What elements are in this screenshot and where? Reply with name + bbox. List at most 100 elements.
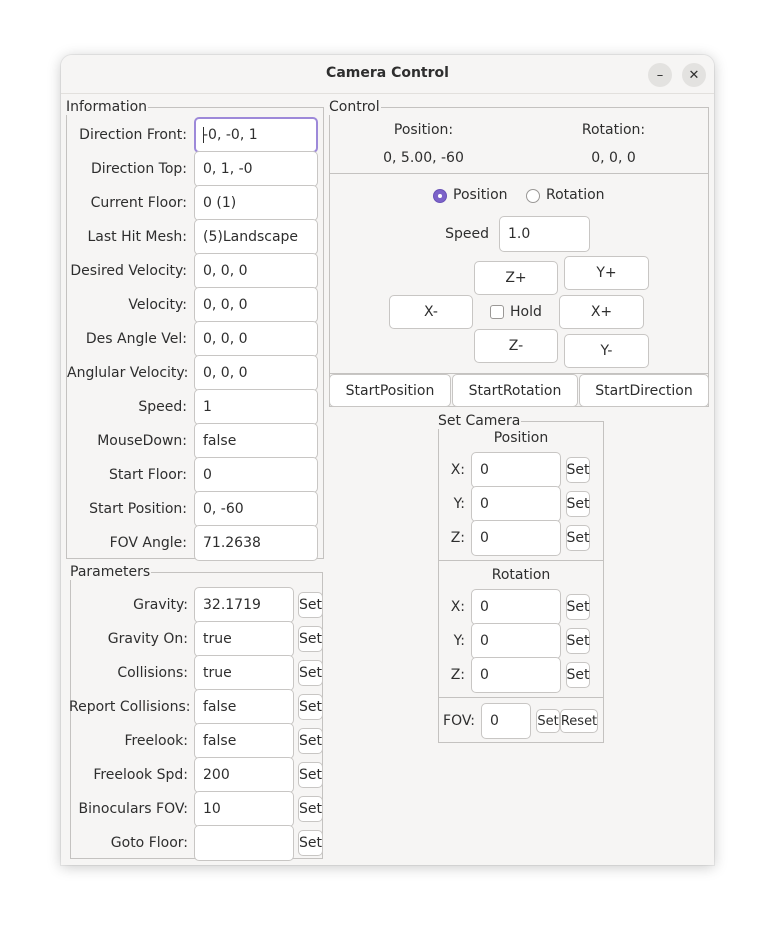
info-label: Direction Front:	[79, 127, 187, 143]
parameter-value-field[interactable]: false	[194, 723, 294, 759]
info-label: Desired Velocity:	[70, 263, 187, 279]
radio-position-label: Position	[453, 187, 508, 203]
info-label: Des Angle Vel:	[85, 331, 187, 347]
parameter-set-button[interactable]: Set	[298, 762, 323, 788]
set-camera-position-input[interactable]: 0	[471, 486, 561, 522]
rotation-readout: 0, 0, 0	[591, 150, 636, 166]
hold-checkbox-box[interactable]	[490, 305, 504, 319]
parameter-label: Gravity:	[133, 597, 188, 613]
minimize-button[interactable]: –	[648, 63, 672, 87]
info-label: Current Floor:	[90, 195, 187, 211]
info-value-field[interactable]: 0, 1, -0	[194, 151, 318, 187]
info-value-field[interactable]: 0, 0, 0	[194, 321, 318, 357]
parameter-label: Report Collisions:	[69, 699, 191, 715]
info-value-field[interactable]: 1	[194, 389, 318, 425]
parameter-value-field[interactable]: 32.1719	[194, 587, 294, 623]
info-label: MouseDown:	[97, 433, 187, 449]
parameter-value-field[interactable]: 10	[194, 791, 294, 827]
window-title: Camera Control	[326, 65, 449, 81]
radio-position-indicator[interactable]	[433, 189, 447, 203]
info-value-field[interactable]: 71.2638	[194, 525, 318, 561]
info-label: Velocity:	[128, 297, 187, 313]
set-camera-axis-label: Z:	[450, 530, 465, 546]
info-value-field[interactable]: 0, 0, 0	[194, 355, 318, 391]
parameter-set-button[interactable]: Set	[298, 830, 323, 856]
title-bar: Camera Control – ✕	[61, 55, 714, 94]
fov-input[interactable]: 0	[481, 703, 531, 739]
info-value-field[interactable]: (5)Landscape	[194, 219, 318, 255]
info-label: Start Floor:	[109, 467, 187, 483]
set-camera-axis-label: Y:	[453, 633, 465, 649]
parameter-value-field[interactable]: true	[194, 655, 294, 691]
set-camera-position-set-button[interactable]: Set	[566, 491, 590, 517]
set-camera-rotation-input[interactable]: 0	[471, 589, 561, 625]
set-camera-divider-1	[439, 560, 603, 561]
parameter-value-field[interactable]	[194, 825, 294, 861]
parameter-set-button[interactable]: Set	[298, 728, 323, 754]
parameter-value-field[interactable]: 200	[194, 757, 294, 793]
start-position-button[interactable]: StartPosition	[329, 374, 451, 407]
parameter-value-field[interactable]: true	[194, 621, 294, 657]
start-direction-button[interactable]: StartDirection	[579, 374, 709, 407]
parameter-label: Binoculars FOV:	[78, 801, 188, 817]
set-camera-rotation-input[interactable]: 0	[471, 623, 561, 659]
text-caret	[203, 127, 204, 143]
parameter-label: Freelook Spd:	[93, 767, 188, 783]
speed-input[interactable]: 1.0	[499, 216, 590, 252]
information-legend: Information	[66, 99, 148, 115]
x-minus-button[interactable]: X-	[389, 295, 473, 329]
info-label: FOV Angle:	[109, 535, 187, 551]
info-label: Speed:	[138, 399, 187, 415]
parameter-set-button[interactable]: Set	[298, 694, 323, 720]
parameter-set-button[interactable]: Set	[298, 592, 323, 618]
set-camera-rotation-set-button[interactable]: Set	[566, 662, 590, 688]
start-rotation-button[interactable]: StartRotation	[452, 374, 578, 407]
set-camera-axis-label: X:	[450, 599, 465, 615]
set-camera-axis-label: X:	[450, 462, 465, 478]
radio-rotation-indicator[interactable]	[526, 189, 540, 203]
info-value-field[interactable]: 0, -60	[194, 491, 318, 527]
y-plus-button[interactable]: Y+	[564, 256, 649, 290]
parameter-value-field[interactable]: false	[194, 689, 294, 725]
parameters-legend: Parameters	[70, 564, 151, 580]
set-camera-position-input[interactable]: 0	[471, 520, 561, 556]
close-icon: ✕	[688, 67, 700, 83]
parameter-label: Collisions:	[117, 665, 188, 681]
set-camera-rotation-input[interactable]: 0	[471, 657, 561, 693]
set-camera-rotation-set-button[interactable]: Set	[566, 628, 590, 654]
control-legend: Control	[329, 99, 380, 115]
info-label: Anglular Velocity:	[67, 365, 189, 381]
camera-control-window: Camera Control – ✕ Information Direction…	[61, 55, 714, 865]
close-button[interactable]: ✕	[682, 63, 706, 87]
hold-label: Hold	[510, 304, 542, 320]
fov-reset-button[interactable]: Reset	[560, 709, 598, 733]
y-minus-button[interactable]: Y-	[564, 334, 649, 368]
set-camera-position-input[interactable]: 0	[471, 452, 561, 488]
info-value-field[interactable]: 0 (1)	[194, 185, 318, 221]
parameter-label: Freelook:	[124, 733, 188, 749]
info-value-field[interactable]: 0, 0, 0	[194, 253, 318, 289]
info-label: Start Position:	[89, 501, 187, 517]
parameter-set-button[interactable]: Set	[298, 660, 323, 686]
parameter-set-button[interactable]: Set	[298, 796, 323, 822]
radio-rotation-label: Rotation	[546, 187, 605, 203]
minimize-icon: –	[656, 67, 664, 83]
set-camera-position-set-button[interactable]: Set	[566, 525, 590, 551]
parameter-label: Goto Floor:	[110, 835, 188, 851]
set-camera-position-set-button[interactable]: Set	[566, 457, 590, 483]
info-value-field[interactable]: false	[194, 423, 318, 459]
info-value-field[interactable]: 0	[194, 457, 318, 493]
info-value-field[interactable]: -0, -0, 1	[194, 117, 318, 153]
z-plus-button[interactable]: Z+	[474, 261, 558, 295]
set-camera-rotation-set-button[interactable]: Set	[566, 594, 590, 620]
x-plus-button[interactable]: X+	[559, 295, 644, 329]
set-camera-axis-label: Y:	[453, 496, 465, 512]
parameter-set-button[interactable]: Set	[298, 626, 323, 652]
control-divider	[330, 173, 708, 174]
fov-set-button[interactable]: Set	[536, 709, 560, 733]
set-camera-legend: Set Camera	[438, 413, 521, 429]
z-minus-button[interactable]: Z-	[474, 329, 558, 363]
info-label: Last Hit Mesh:	[87, 229, 187, 245]
info-value-field[interactable]: 0, 0, 0	[194, 287, 318, 323]
fov-label: FOV:	[443, 713, 475, 729]
